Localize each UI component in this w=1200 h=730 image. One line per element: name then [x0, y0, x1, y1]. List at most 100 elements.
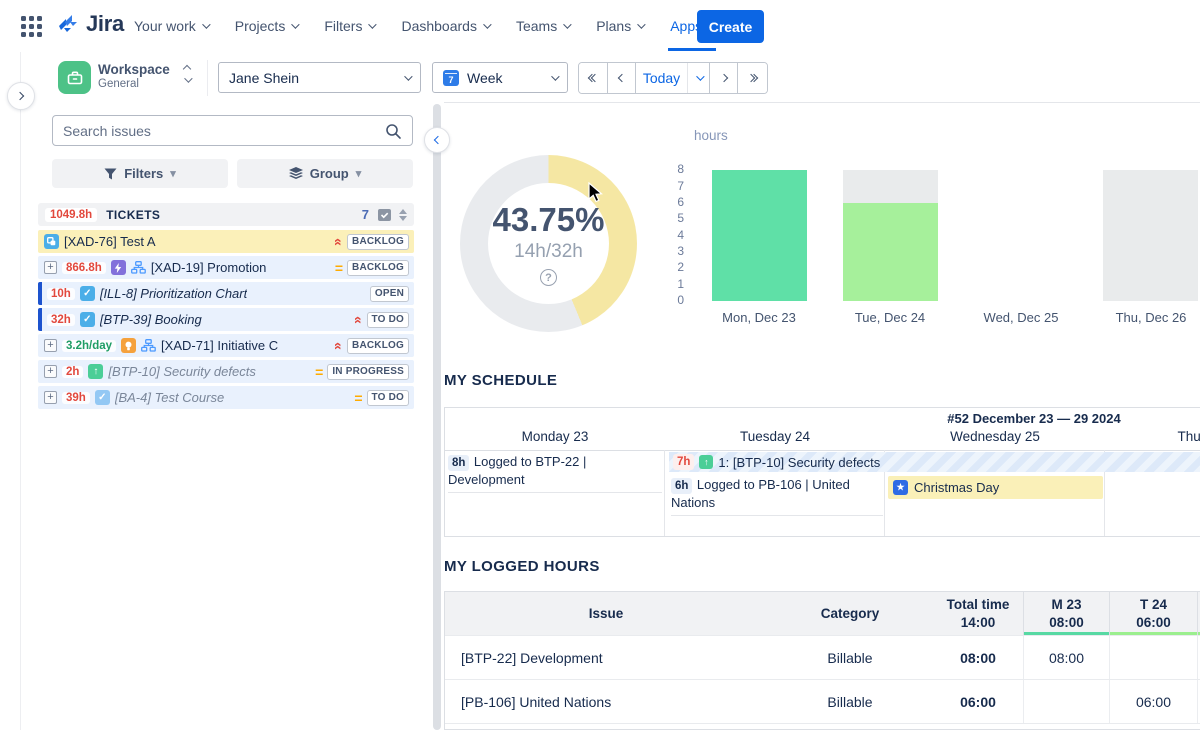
logged-row-pb106[interactable]: [PB-106] United Nations Billable 06:00 0… [445, 679, 1200, 723]
ticket-hours: 3.2h/day [62, 340, 116, 352]
schedule-event-monday[interactable]: 8h Logged to BTP-22 | Development [448, 453, 662, 493]
total-cell: 08:00 [933, 636, 1023, 679]
col-issue: Issue [445, 592, 767, 635]
menu-plans[interactable]: Plans [596, 0, 643, 52]
logged-bar [843, 203, 938, 301]
layers-icon [289, 167, 303, 180]
collapse-sidebar-button[interactable] [424, 127, 450, 153]
donut-center: 43.75% 14h/32h ? [488, 183, 609, 304]
status-badge: OPEN [370, 286, 409, 302]
ticket-row-ba4[interactable]: + 39h ✓ [BA-4] Test Course = TO DO [38, 386, 414, 409]
chevron-left-icon [617, 74, 625, 82]
logged-row-partial [445, 723, 1200, 730]
tickets-total-hours: 1049.8h [45, 208, 97, 222]
today-dropdown-button[interactable] [687, 63, 709, 93]
jira-logo[interactable]: Jira [56, 11, 124, 37]
expand-icon[interactable]: + [44, 391, 57, 404]
today-button[interactable]: Today [635, 63, 687, 93]
tickets-count: 7 [362, 207, 369, 222]
ticket-row-xad71[interactable]: + 3.2h/day [XAD-71] Initiative C « BACKL… [38, 334, 414, 357]
priority-highest-icon: « [354, 316, 364, 324]
ticket-row-ill8[interactable]: 10h ✓ [ILL-8] Prioritization Chart OPEN [38, 282, 414, 305]
expand-icon[interactable]: + [44, 365, 57, 378]
bar-label-tue: Tue, Dec 24 [855, 310, 925, 325]
menu-your-work[interactable]: Your work [134, 0, 208, 52]
briefcase-icon [66, 69, 84, 87]
status-badge: BACKLOG [347, 338, 409, 354]
workspace-icon[interactable] [58, 61, 91, 94]
expand-left-panel-button[interactable] [7, 82, 35, 110]
column-border [664, 450, 665, 536]
period-select[interactable]: 7 Week [432, 62, 568, 93]
menu-projects[interactable]: Projects [235, 0, 298, 52]
calendar-week-icon: 7 [443, 70, 459, 86]
user-select[interactable]: Jane Shein [218, 62, 421, 93]
logged-hours-table: Issue Category Total time 14:00 M 23 08:… [444, 591, 1200, 730]
day-header-monday: Monday 23 [522, 429, 589, 444]
expand-icon[interactable]: + [44, 339, 57, 352]
schedule-event-holiday[interactable]: ★ Christmas Day [888, 476, 1103, 499]
capacity-bar [1103, 170, 1198, 301]
ticket-row-xad19[interactable]: + 866.8h [XAD-19] Promotion = BACKLOG [38, 256, 414, 279]
help-icon[interactable]: ? [540, 269, 557, 286]
ticket-hours: 32h [47, 314, 75, 326]
subtask-icon [44, 234, 59, 249]
workspace-switcher[interactable] [184, 66, 190, 83]
left-rail-line [20, 52, 21, 730]
prev-period-button[interactable] [607, 63, 635, 93]
top-nav: Jira Your work Projects Filters Dashboar… [0, 0, 1200, 52]
donut-chart[interactable]: 43.75% 14h/32h ? [460, 155, 637, 332]
sort-toggle-icon[interactable] [399, 209, 407, 221]
group-button[interactable]: Group ▾ [237, 159, 413, 188]
day2-cell[interactable] [1109, 636, 1197, 679]
event-hours-chip: 7h [673, 454, 694, 470]
chevron-down-icon [291, 20, 299, 28]
filters-button[interactable]: Filters ▾ [52, 159, 228, 188]
calendar-check-icon[interactable] [377, 207, 392, 222]
improvement-arrow-icon: ↑ [699, 455, 713, 469]
ticket-row-btp39[interactable]: 32h ✓ [BTP-39] Booking « TO DO [38, 308, 414, 331]
logged-row-btp22[interactable]: [BTP-22] Development Billable 08:00 08:0… [445, 635, 1200, 679]
total-cell: 06:00 [933, 680, 1023, 723]
col-day2[interactable]: T 24 06:00 [1109, 592, 1197, 635]
app-switcher-icon[interactable] [21, 16, 42, 37]
bar-label-wed: Wed, Dec 25 [984, 310, 1059, 325]
jira-logo-text: Jira [86, 11, 124, 37]
day-header-thursday: Thursday 26 [1177, 429, 1200, 444]
my-schedule-title: MY SCHEDULE [444, 372, 557, 389]
next-period-button[interactable] [709, 63, 737, 93]
next-period-fast-button[interactable] [737, 63, 767, 93]
task-check-icon: ✓ [95, 390, 110, 405]
status-badge: BACKLOG [347, 234, 409, 250]
my-logged-hours-title: MY LOGGED HOURS [444, 558, 600, 575]
priority-highest-icon: « [334, 342, 344, 350]
expand-icon[interactable]: + [44, 261, 57, 274]
create-button[interactable]: Create [697, 10, 764, 43]
search-icon[interactable] [384, 122, 402, 140]
prev-period-fast-button[interactable] [579, 63, 607, 93]
ticket-row-btp10[interactable]: + 2h ↑ [BTP-10] Security defects = IN PR… [38, 360, 414, 383]
schedule-event-multiday[interactable]: 7h ↑ 1: [BTP-10] Security defects [669, 452, 1200, 472]
schedule-event-tuesday[interactable]: 6h Logged to PB-106 | United Nations [671, 476, 883, 516]
tickets-header: 1049.8h TICKETS 7 [38, 203, 414, 226]
priority-medium-icon: = [354, 393, 362, 403]
bar-chart-y-title: hours [694, 128, 728, 143]
menu-dashboards[interactable]: Dashboards [401, 0, 489, 52]
priority-medium-icon: = [335, 263, 343, 273]
day2-cell[interactable]: 06:00 [1109, 680, 1197, 723]
chevron-down-icon [483, 20, 491, 28]
day1-cell[interactable] [1023, 680, 1109, 723]
chevron-down-icon [551, 72, 559, 80]
search-input[interactable] [63, 123, 384, 139]
jira-logo-icon [56, 12, 80, 36]
panel-divider[interactable] [433, 104, 441, 730]
col-day1[interactable]: M 23 08:00 [1023, 592, 1109, 635]
day1-cell[interactable]: 08:00 [1023, 636, 1109, 679]
toolbar-border [444, 102, 1200, 103]
chevron-down-icon [369, 20, 377, 28]
tickets-title: TICKETS [106, 208, 160, 222]
menu-teams[interactable]: Teams [516, 0, 569, 52]
logged-hours-header: Issue Category Total time 14:00 M 23 08:… [445, 592, 1200, 635]
ticket-row-xad76[interactable]: [XAD-76] Test A « BACKLOG [38, 230, 414, 253]
menu-filters[interactable]: Filters [324, 0, 374, 52]
